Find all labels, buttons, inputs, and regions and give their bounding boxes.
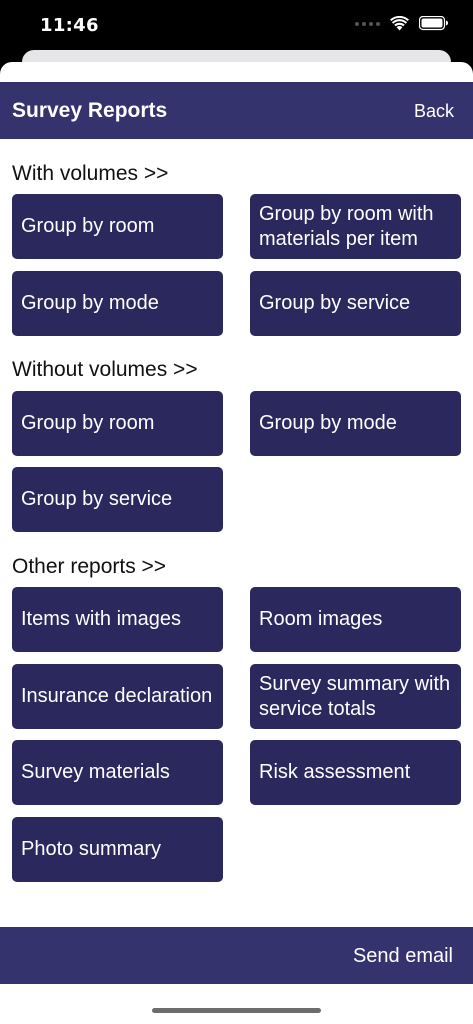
wifi-icon [390,16,409,31]
survey-materials-button[interactable]: Survey materials [12,740,223,805]
photo-summary-button[interactable]: Photo summary [12,817,223,882]
with-volumes-group-by-room-materials-button[interactable]: Group by room with materials per item [250,194,461,259]
report-sheet: Survey Reports Back With volumes >> Grou… [0,62,473,1024]
with-volumes-group-by-room-button[interactable]: Group by room [12,194,223,259]
risk-assessment-button[interactable]: Risk assessment [250,740,461,805]
status-time: 11:46 [40,15,99,36]
section-header-other-reports: Other reports >> [12,555,167,578]
with-volumes-group-by-mode-button[interactable]: Group by mode [12,271,223,336]
survey-summary-service-totals-button[interactable]: Survey summary with service totals [250,664,461,729]
back-button[interactable]: Back [414,101,454,122]
with-volumes-group-by-service-button[interactable]: Group by service [250,271,461,336]
signal-icon [355,21,380,26]
section-header-without-volumes: Without volumes >> [12,358,198,381]
room-images-button[interactable]: Room images [250,587,461,652]
without-volumes-group-by-service-button[interactable]: Group by service [12,467,223,532]
page-title: Survey Reports [12,99,168,122]
insurance-declaration-button[interactable]: Insurance declaration [12,664,223,729]
send-email-button[interactable]: Send email [353,945,453,968]
battery-icon [419,16,448,31]
items-with-images-button[interactable]: Items with images [12,587,223,652]
footer-bar: Send email [0,927,473,984]
without-volumes-group-by-mode-button[interactable]: Group by mode [250,391,461,456]
without-volumes-group-by-room-button[interactable]: Group by room [12,391,223,456]
status-bar: 11:46 [0,0,473,50]
section-header-with-volumes: With volumes >> [12,162,169,185]
home-indicator[interactable] [152,1008,321,1013]
nav-bar: Survey Reports Back [0,82,473,139]
status-icons [355,16,449,31]
